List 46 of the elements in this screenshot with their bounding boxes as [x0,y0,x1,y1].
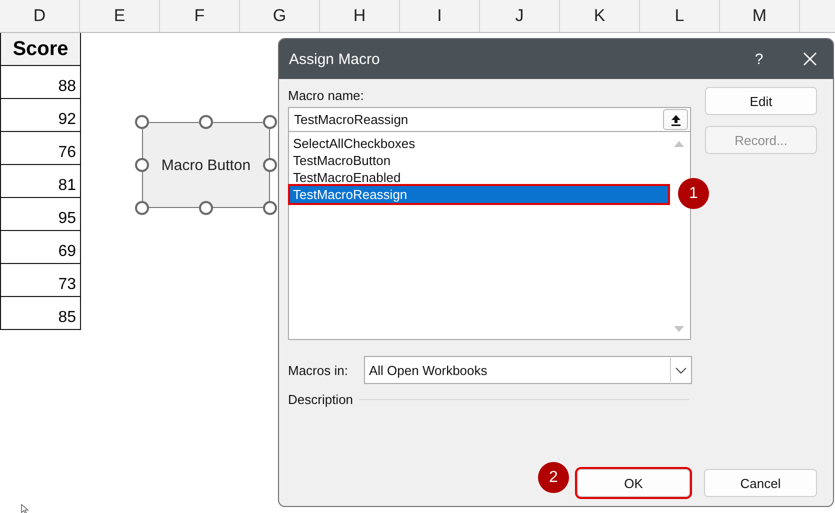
macro-name-field[interactable]: TestMacroReassign [288,107,691,132]
resize-handle[interactable] [199,201,213,215]
macro-list-item[interactable]: TestMacroButton [290,152,668,169]
collapse-button[interactable] [663,109,688,130]
column-header[interactable]: F [160,0,240,32]
table-cell: 85 [0,297,81,330]
resize-handle[interactable] [199,115,213,129]
table-cell: 81 [0,165,81,198]
column-header[interactable]: G [240,0,320,32]
column-header[interactable]: I [400,0,480,32]
upload-arrow-icon [670,114,680,126]
macros-in-dropdown[interactable]: All Open Workbooks [364,356,692,384]
dialog-button[interactable]: OK [577,469,690,497]
resize-handle[interactable] [263,158,277,172]
column-header[interactable]: D [0,0,80,32]
macros-in-label: Macros in: [288,362,349,378]
window-title: Assign Macro [289,50,381,68]
macro-list-item[interactable]: TestMacroEnabled [290,169,668,186]
column-header[interactable]: E [80,0,160,32]
resize-handle[interactable] [263,115,277,129]
macro-button-shape[interactable]: Macro Button [142,122,270,208]
table-cell: 88 [0,66,81,99]
resize-handle[interactable] [263,201,277,215]
resize-handle[interactable] [135,115,149,129]
table-header-cell: Score [0,33,81,66]
column-header[interactable]: L [640,0,720,32]
column-header[interactable]: M [720,0,800,32]
chevron-down-icon [675,366,687,374]
dialog-button[interactable]: Cancel [704,469,817,497]
macro-name-label: Macro name: [288,87,365,105]
close-icon [803,52,817,66]
column-header[interactable]: J [480,0,560,32]
table-cell: 92 [0,99,81,132]
table-cell: 69 [0,231,81,264]
table-cell: 95 [0,198,81,231]
column-header[interactable]: H [320,0,400,32]
macro-list-item[interactable]: SelectAllCheckboxes [290,135,668,152]
macro-list-item[interactable]: TestMacroReassign [290,186,668,203]
table-cell: 76 [0,132,81,165]
description-label: Description [288,392,354,406]
resize-handle[interactable] [135,201,149,215]
column-header[interactable]: K [560,0,640,32]
help-button[interactable]: ? [739,39,779,79]
table-cell: 73 [0,264,81,297]
resize-handle[interactable] [135,158,149,172]
dialog-button[interactable]: Edit [705,87,817,115]
